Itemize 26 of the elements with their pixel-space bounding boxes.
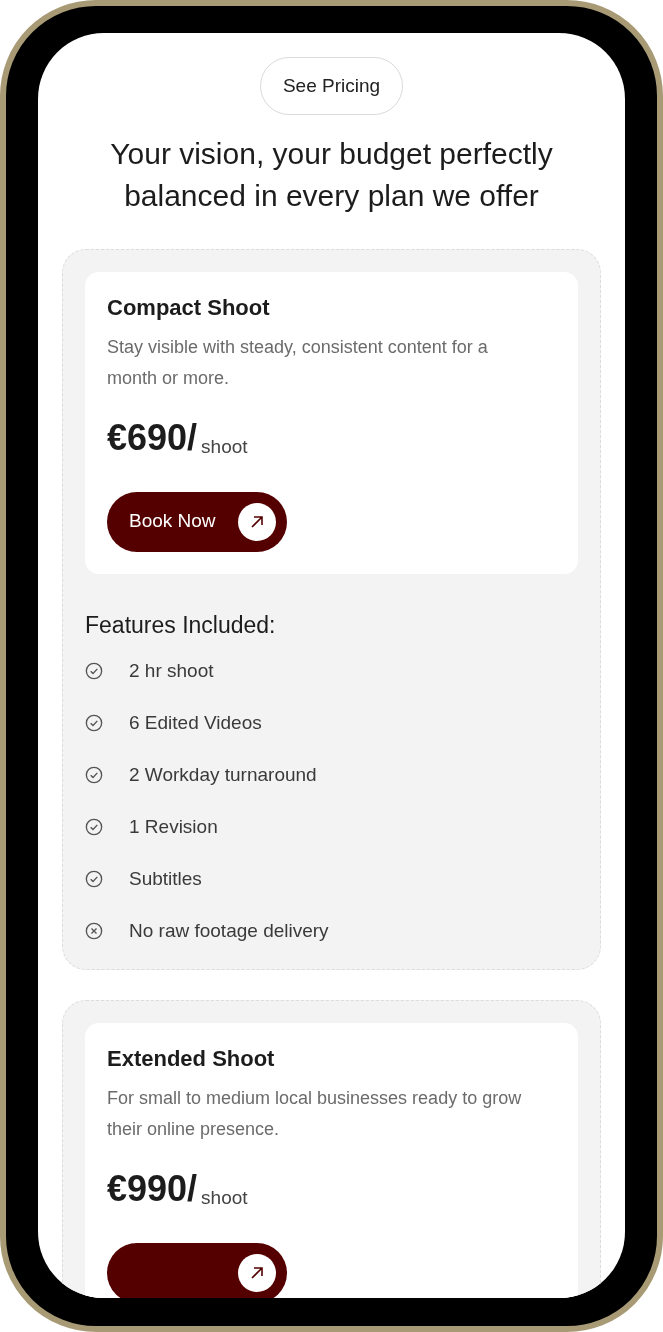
plan-price: €690/ [107,419,198,456]
plan-price: €990/ [107,1170,198,1207]
features-heading: Features Included: [85,610,277,640]
price-unit: shoot [201,436,248,456]
price-unit: shoot [201,1187,248,1207]
book-now-button[interactable]: Book Now [107,491,287,552]
plan-name: Extended Shoot [107,1045,276,1073]
check-circle-icon [85,817,103,836]
plan-description: For small to medium local businesses ready to grow their online presence. [107,1086,523,1141]
feature-label: 2 hr shoot [129,659,214,683]
check-circle-icon [85,869,103,888]
check-circle-icon [85,661,103,680]
x-circle-icon [85,921,103,940]
check-circle-icon [85,765,103,784]
book-now-button[interactable] [107,1242,287,1298]
feature-label: 2 Workday turnaround [129,763,317,787]
arrow-up-right-icon [238,502,276,541]
plan-name: Compact Shoot [107,294,271,322]
plan-description: Stay visible with steady, consistent content for a month or more. [107,335,489,390]
feature-label: 6 Edited Videos [129,711,262,735]
feature-label: 1 Revision [129,815,218,839]
feature-label: No raw footage delivery [129,919,329,943]
check-circle-icon [85,713,103,732]
page-title: Your vision, your budget perfectly balanced in every plan we offer [109,136,554,214]
arrow-up-right-icon [238,1253,276,1292]
feature-label: Subtitles [129,867,202,891]
